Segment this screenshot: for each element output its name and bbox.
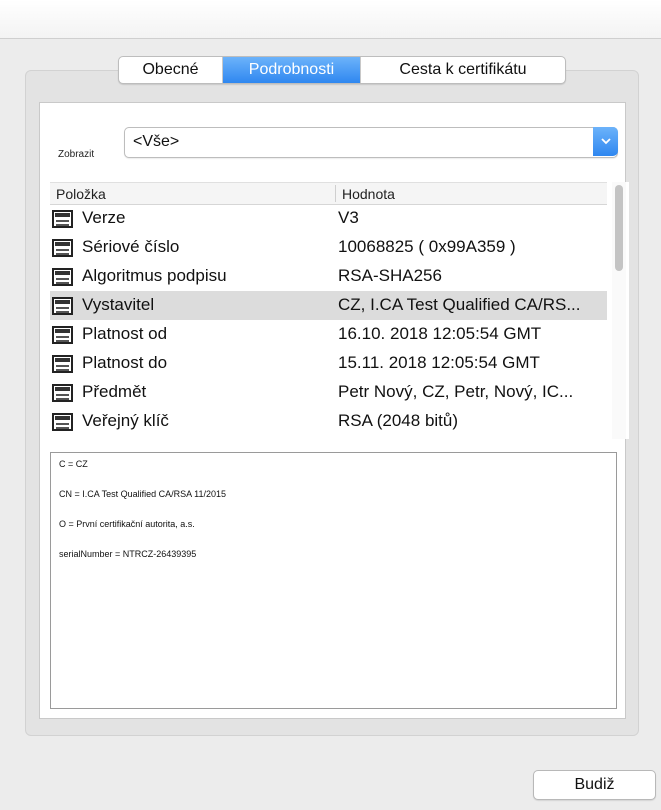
column-header-value[interactable]: Hodnota — [342, 186, 395, 202]
table-row[interactable]: Algoritmus podpisu RSA-SHA256 — [50, 262, 607, 291]
row-field: Platnost do — [82, 353, 168, 372]
ok-button[interactable]: Budiž — [533, 770, 656, 800]
detail-line: O = První certifikační autorita, a.s. — [59, 519, 195, 529]
table-header: Položka Hodnota — [50, 182, 607, 205]
detail-line: serialNumber = NTRCZ-26439395 — [59, 549, 197, 559]
certificate-field-icon — [52, 326, 73, 344]
scroll-thumb[interactable] — [615, 185, 623, 271]
table-row-selected[interactable]: Vystavitel CZ, I.CA Test Qualified CA/RS… — [50, 291, 607, 320]
row-value: 10068825 ( 0x99A359 ) — [338, 237, 516, 256]
show-select[interactable]: <Vše> — [124, 127, 618, 158]
row-value: RSA (2048 bitů) — [338, 411, 459, 430]
fields-table: Položka Hodnota Verze V3 Sériové číslo 1… — [50, 182, 629, 439]
certificate-field-icon — [52, 413, 73, 431]
table-scrollbar[interactable] — [612, 182, 626, 439]
tab-general[interactable]: Obecné — [119, 57, 223, 83]
row-field: Sériové číslo — [82, 237, 180, 256]
window-titlebar — [0, 0, 661, 39]
table-row[interactable]: Platnost do 15.11. 2018 12:05:54 GMT — [50, 349, 607, 378]
row-field: Algoritmus podpisu — [82, 266, 227, 285]
column-divider — [335, 185, 336, 202]
certificate-field-icon — [52, 355, 73, 373]
row-field: Platnost od — [82, 324, 168, 343]
table-row[interactable]: Verze V3 — [50, 204, 607, 233]
table-row[interactable]: Veřejný klíč RSA (2048 bitů) — [50, 407, 607, 436]
tab-details[interactable]: Podrobnosti — [223, 57, 361, 83]
detail-line: CN = I.CA Test Qualified CA/RSA 11/2015 — [59, 489, 227, 499]
row-value: Petr Nový, CZ, Petr, Nový, IC... — [338, 382, 574, 401]
table-row[interactable]: Platnost od 16.10. 2018 12:05:54 GMT — [50, 320, 607, 349]
certificate-field-icon — [52, 297, 73, 315]
row-field: Verze — [82, 208, 126, 227]
detail-line: C = CZ — [59, 459, 88, 469]
field-detail-text[interactable]: C = CZ CN = I.CA Test Qualified CA/RSA 1… — [50, 452, 617, 709]
row-field: Veřejný klíč — [82, 411, 169, 430]
column-header-field[interactable]: Položka — [56, 186, 106, 202]
show-select-value: <Vše> — [133, 133, 180, 150]
certificate-field-icon — [52, 239, 73, 257]
table-row[interactable]: Předmět Petr Nový, CZ, Petr, Nový, IC... — [50, 378, 607, 407]
show-label: Zobrazit — [58, 149, 95, 160]
row-value: RSA-SHA256 — [338, 266, 442, 285]
row-value: CZ, I.CA Test Qualified CA/RS... — [338, 295, 581, 314]
certificate-field-icon — [52, 384, 73, 402]
row-value: 16.10. 2018 12:05:54 GMT — [338, 324, 542, 343]
row-field: Vystavitel — [82, 295, 155, 314]
row-value: 15.11. 2018 12:05:54 GMT — [338, 353, 540, 372]
chevron-down-icon[interactable] — [593, 127, 618, 156]
row-field: Předmět — [82, 382, 147, 401]
certificate-field-icon — [52, 268, 73, 286]
tab-certification-path[interactable]: Cesta k certifikátu — [361, 57, 565, 83]
row-value: V3 — [338, 208, 359, 227]
certificate-field-icon — [52, 210, 73, 228]
table-row[interactable]: Sériové číslo 10068825 ( 0x99A359 ) — [50, 233, 607, 262]
tab-bar: Obecné Podrobnosti Cesta k certifikátu — [118, 56, 566, 84]
